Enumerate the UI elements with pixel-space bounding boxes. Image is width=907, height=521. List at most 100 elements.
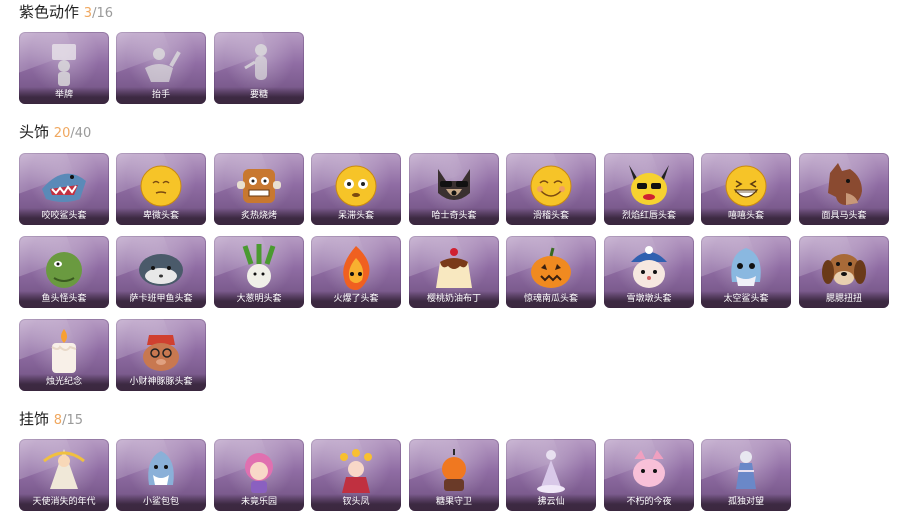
item-card[interactable]: 糖果守卫 (409, 439, 499, 511)
section-title: 头饰 20/40 (19, 122, 91, 142)
pink-cat-pendant-icon (621, 445, 677, 495)
snow-bear-head-icon (621, 242, 677, 292)
item-card[interactable]: 面具马头套 (799, 153, 889, 225)
item-card[interactable]: 炙热烧烤 (214, 153, 304, 225)
grin-emoji-head-icon (523, 159, 579, 209)
angel-pendant-icon (36, 445, 92, 495)
item-card[interactable]: 钗头凤 (311, 439, 401, 511)
fish-monster-head-icon (36, 242, 92, 292)
shark-head-icon (36, 159, 92, 209)
item-card[interactable]: 卑微头套 (116, 153, 206, 225)
item-label: 糖果守卫 (409, 494, 499, 511)
item-label: 未竟乐园 (214, 494, 304, 511)
item-card[interactable]: 滑稽头套 (506, 153, 596, 225)
item-card[interactable]: 小鲨包包 (116, 439, 206, 511)
item-label: 大葱明头套 (214, 291, 304, 308)
pudding-head-icon (426, 242, 482, 292)
shark-bag-pendant-icon (133, 445, 189, 495)
dog-head-icon (816, 242, 872, 292)
item-label: 鱼头怪头套 (19, 291, 109, 308)
dazed-emoji-head-icon (328, 159, 384, 209)
item-card[interactable]: 樱桃奶油布丁 (409, 236, 499, 308)
item-label: 小财神豚豚头套 (116, 374, 206, 391)
item-label: 天使消失的年代 (19, 494, 109, 511)
item-card[interactable]: 要糖 (214, 32, 304, 104)
item-card[interactable]: 雪墩墩头套 (604, 236, 694, 308)
section-title: 紫色动作 3/16 (19, 2, 113, 22)
raise-hand-pose-icon (133, 38, 189, 88)
item-label: 火爆了头套 (311, 291, 401, 308)
candle-head-icon (36, 325, 92, 375)
owned-count: 8 (53, 413, 63, 428)
item-label: 烈焰红唇头套 (604, 208, 694, 225)
horse-mask-head-icon (816, 159, 872, 209)
item-label: 滑稽头套 (506, 208, 596, 225)
ask-candy-pose-icon (231, 38, 287, 88)
item-label: 孤独对望 (701, 494, 791, 511)
scallion-head-icon (231, 242, 287, 292)
laugh-emoji-head-icon (718, 159, 774, 209)
item-card[interactable]: 烈焰红唇头套 (604, 153, 694, 225)
item-card[interactable]: 萨卡班甲鱼头套 (116, 236, 206, 308)
item-label: 嘻嘻头套 (701, 208, 791, 225)
item-label: 要糖 (214, 87, 304, 104)
total-count: 15 (66, 413, 84, 428)
section-name: 挂饰 (19, 410, 50, 428)
total-count: 40 (74, 126, 92, 141)
item-card[interactable]: 太空鲨头套 (701, 236, 791, 308)
pumpkin-head-icon (523, 242, 579, 292)
item-label: 举牌 (19, 87, 109, 104)
pink-girl-pendant-icon (231, 445, 287, 495)
item-label: 呆滞头套 (311, 208, 401, 225)
section-name: 头饰 (19, 123, 50, 141)
item-card[interactable]: 大葱明头套 (214, 236, 304, 308)
fire-head-icon (328, 242, 384, 292)
owned-count: 3 (83, 6, 93, 21)
item-card[interactable]: 未竟乐园 (214, 439, 304, 511)
total-count: 16 (96, 6, 114, 21)
item-card[interactable]: 火爆了头套 (311, 236, 401, 308)
item-card[interactable]: 腮腮扭扭 (799, 236, 889, 308)
pikachu-lips-head-icon (621, 159, 677, 209)
cloud-fairy-pendant-icon (523, 445, 579, 495)
lonely-gaze-pendant-icon (718, 445, 774, 495)
item-label: 小鲨包包 (116, 494, 206, 511)
item-label: 樱桃奶油布丁 (409, 291, 499, 308)
item-label: 咬咬鲨头套 (19, 208, 109, 225)
item-card[interactable]: 呆滞头套 (311, 153, 401, 225)
item-label: 不朽的今夜 (604, 494, 694, 511)
item-card[interactable]: 小财神豚豚头套 (116, 319, 206, 391)
owned-count: 20 (53, 126, 71, 141)
item-card[interactable]: 惊魂南瓜头套 (506, 236, 596, 308)
item-card[interactable]: 孤独对望 (701, 439, 791, 511)
shy-emoji-head-icon (133, 159, 189, 209)
item-card[interactable]: 嘻嘻头套 (701, 153, 791, 225)
section-title: 挂饰 8/15 (19, 409, 83, 429)
item-card[interactable]: 天使消失的年代 (19, 439, 109, 511)
item-label: 哈士奇头套 (409, 208, 499, 225)
item-label: 拂云仙 (506, 494, 596, 511)
item-label: 卑微头套 (116, 208, 206, 225)
item-card[interactable]: 举牌 (19, 32, 109, 104)
item-card[interactable]: 拂云仙 (506, 439, 596, 511)
item-card[interactable]: 哈士奇头套 (409, 153, 499, 225)
item-card[interactable]: 抬手 (116, 32, 206, 104)
item-card[interactable]: 不朽的今夜 (604, 439, 694, 511)
item-label: 腮腮扭扭 (799, 291, 889, 308)
item-label: 太空鲨头套 (701, 291, 791, 308)
item-card[interactable]: 烛光纪念 (19, 319, 109, 391)
item-card[interactable]: 咬咬鲨头套 (19, 153, 109, 225)
item-label: 萨卡班甲鱼头套 (116, 291, 206, 308)
flower-girl-pendant-icon (328, 445, 384, 495)
item-label: 雪墩墩头套 (604, 291, 694, 308)
sign-pose-icon (36, 38, 92, 88)
section-name: 紫色动作 (19, 3, 80, 21)
space-shark-head-icon (718, 242, 774, 292)
item-label: 炙热烧烤 (214, 208, 304, 225)
item-label: 面具马头套 (799, 208, 889, 225)
candy-guard-pendant-icon (426, 445, 482, 495)
item-card[interactable]: 鱼头怪头套 (19, 236, 109, 308)
bbq-toast-head-icon (231, 159, 287, 209)
pig-fortune-head-icon (133, 325, 189, 375)
husky-head-icon (426, 159, 482, 209)
